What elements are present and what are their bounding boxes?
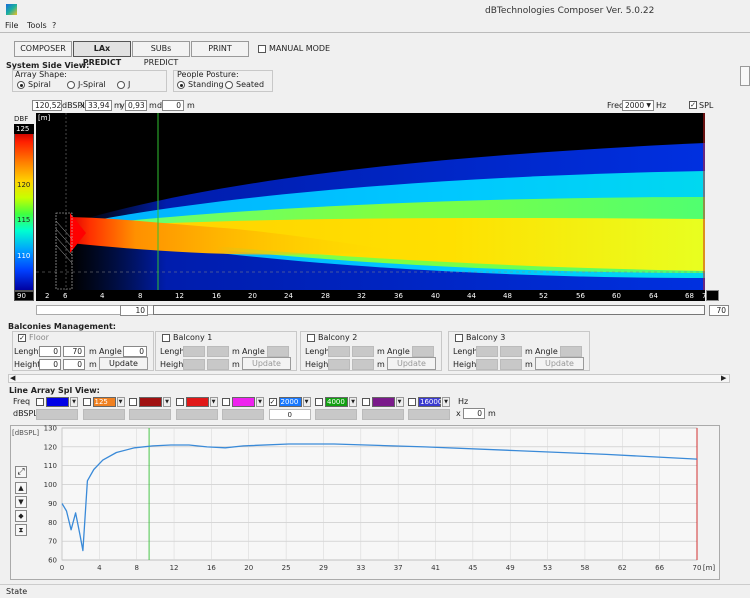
status-text: State bbox=[6, 587, 28, 596]
chart-x-tick: 16 bbox=[207, 564, 216, 572]
chart-x-tick: 37 bbox=[394, 564, 403, 572]
chart-x-tick: 0 bbox=[60, 564, 64, 572]
chart-x-unit: [m] bbox=[703, 564, 716, 572]
chart-y-tick: 70 bbox=[48, 538, 57, 546]
chart-x-tick: 58 bbox=[580, 564, 589, 572]
chart-x-tick: 53 bbox=[543, 564, 552, 572]
chart-y-tick: 110 bbox=[44, 462, 57, 470]
spl-line-chart[interactable]: 130 120 110 100 90 80 70 600 4 8 12 16 20 25 29 33 37 41 4… bbox=[0, 0, 750, 598]
chart-y-tick: 80 bbox=[48, 519, 57, 527]
chart-x-tick: 33 bbox=[356, 564, 365, 572]
chart-x-tick: 20 bbox=[244, 564, 253, 572]
chart-x-tick: 49 bbox=[506, 564, 515, 572]
chart-x-tick: 8 bbox=[134, 564, 138, 572]
chart-y-tick: 90 bbox=[48, 500, 57, 508]
chart-x-tick: 12 bbox=[170, 564, 179, 572]
chart-y-tick: 100 bbox=[44, 481, 57, 489]
chart-y-tick: 130 bbox=[44, 425, 57, 433]
chart-plot-area bbox=[61, 427, 698, 561]
chart-x-tick: 29 bbox=[319, 564, 328, 572]
chart-x-tick: 66 bbox=[655, 564, 664, 572]
chart-x-tick: 25 bbox=[282, 564, 291, 572]
chart-x-tick: 4 bbox=[97, 564, 102, 572]
chart-x-tick: 70 bbox=[693, 564, 702, 572]
chart-x-tick: 45 bbox=[468, 564, 477, 572]
chart-x-tick: 62 bbox=[618, 564, 627, 572]
chart-x-tick: 41 bbox=[431, 564, 440, 572]
chart-y-tick: 60 bbox=[48, 557, 57, 565]
chart-y-tick: 120 bbox=[44, 443, 57, 451]
